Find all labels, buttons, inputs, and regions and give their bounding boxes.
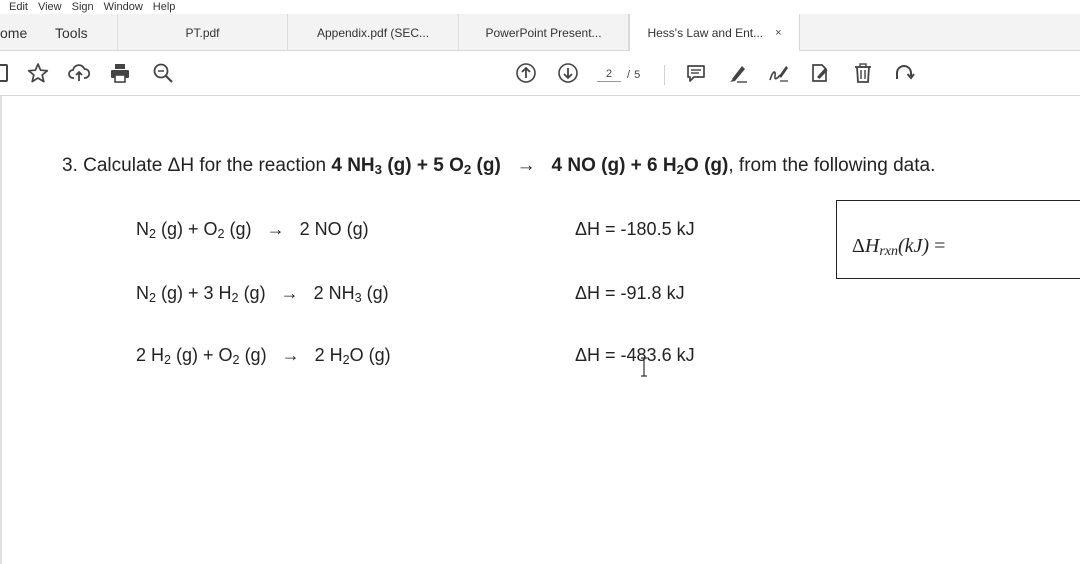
tab-powerpoint[interactable]: PowerPoint Present... [459,14,629,51]
rotate-icon[interactable] [892,61,916,85]
eq2-part: (g) [238,283,266,303]
toolbar-divider [664,65,665,85]
eq2-product: (g) [361,283,389,303]
page-separator: / [627,69,631,81]
tab-home-label: ome [0,24,28,41]
page-edge [0,96,2,564]
eq3-product: 2 H [314,345,343,365]
highlight-pen-icon[interactable] [726,61,750,85]
question-text: 3. Calculate ΔH for the reaction 4 NH3 (… [62,155,935,177]
eq2-part: (g) + 3 H [156,283,232,303]
close-icon[interactable]: × [775,27,781,39]
eq2-sub: 2 [149,291,157,305]
reaction-p2-state: O (g) [684,155,729,176]
tab-bar: ome Tools PT.pdf Appendix.pdf (SEC... Po… [0,14,1080,52]
eq3-sub: 2 [232,353,240,367]
equation-3: 2 H2 (g) + O2 (g) → 2 H2O (g) [136,345,391,367]
eq2-part: N [136,283,149,303]
eq2-arrow: → [280,283,299,303]
answer-delta: Δ [852,235,865,257]
question-prefix: Calculate ΔH for the reaction [83,155,327,176]
eq3-arrow: → [281,345,300,365]
zoom-search-icon[interactable] [151,61,175,85]
tab-tools[interactable]: Tools [55,14,117,51]
answer-sub: rxn [879,244,898,259]
print-icon[interactable] [108,61,132,85]
reaction-r1-state: (g) + 5 O [382,155,464,176]
target-reaction: 4 NH3 (g) + 5 O2 (g) → 4 NO (g) + 6 H2O … [331,155,729,177]
tab-hess-law[interactable]: Hess's Law and Ent... × [629,14,800,52]
eq1-sub: 2 [217,227,225,241]
eq1-part: (g) + O [156,219,218,239]
eq3-sub: 2 [164,353,172,367]
fill-sign-icon[interactable] [808,61,832,85]
comment-icon[interactable] [684,61,708,85]
page-down-icon[interactable] [556,61,580,85]
text-cursor-icon [641,357,647,377]
menu-bar: Edit View Sign Window Help [0,0,1080,14]
answer-box[interactable]: ΔHrxn(kJ) = [836,200,1080,279]
toolbar: 2 / 5 [0,51,1080,96]
eq3-product: O (g) [349,345,391,365]
delta-h-1: ΔH = -180.5 kJ [575,219,695,239]
equation-2: N2 (g) + 3 H2 (g) → 2 NH3 (g) [136,283,389,305]
star-icon[interactable] [26,61,50,85]
eq1-product: 2 NO (g) [299,219,369,239]
menu-window[interactable]: Window [104,1,143,13]
eq1-part: (g) [224,219,252,239]
delta-h-3: ΔH = -483.6 kJ [575,345,695,365]
eq1-sub: 2 [149,227,157,241]
menu-edit[interactable]: Edit [9,1,28,13]
equation-1: N2 (g) + O2 (g) → 2 NO (g) [136,219,369,241]
reaction-arrow: → [516,155,536,176]
page-number-input[interactable]: 2 [597,68,621,82]
eq3-part: (g) + O [171,345,233,365]
answer-label: ΔHrxn(kJ) = [852,235,945,260]
tab-appendix-pdf-label: Appendix.pdf (SEC... [316,25,430,40]
sign-icon[interactable] [767,61,791,85]
eq1-arrow: → [266,219,285,239]
answer-equals: = [929,235,946,257]
tab-powerpoint-label: PowerPoint Present... [485,25,602,40]
eq3-product-sub: 2 [342,353,350,367]
reaction-p2-sub: 2 [676,162,685,177]
page-up-icon[interactable] [514,61,538,85]
reaction-p1: 4 NO (g) + 6 H [551,155,677,176]
tab-pt-pdf-label: PT.pdf [185,25,220,40]
eq2-product-sub: 3 [354,291,362,305]
delta-h-2: ΔH = -91.8 kJ [575,283,685,303]
page-navigator: 2 / 5 [597,64,640,86]
eq3-part: (g) [239,345,267,365]
tab-home[interactable]: ome [0,14,50,51]
question-suffix: , from the following data. [728,155,936,176]
page-total: 5 [634,69,641,81]
menu-help[interactable]: Help [153,1,176,13]
eq3-part: 2 H [136,345,165,365]
eq2-sub: 2 [231,291,239,305]
tab-appendix-pdf[interactable]: Appendix.pdf (SEC... [288,14,459,51]
menu-view[interactable]: View [38,1,62,13]
tab-pt-pdf[interactable]: PT.pdf [117,14,288,51]
reaction-r1-sub: 3 [374,162,383,177]
eq2-product: 2 NH [313,283,355,303]
reaction-r2-state: (g) [471,155,501,176]
tab-hess-law-label: Hess's Law and Ent... [647,26,764,40]
question-number: 3. [62,155,78,176]
bookmark-icon[interactable] [0,61,12,85]
menu-sign[interactable]: Sign [72,1,94,13]
reaction-r1: 4 NH [331,155,375,176]
upload-cloud-icon[interactable] [67,61,91,85]
trash-icon[interactable] [851,61,875,85]
tab-tools-label: Tools [55,24,88,41]
eq1-part: N [136,219,149,239]
answer-unit: (kJ) [898,235,930,257]
answer-h: H [864,235,880,257]
